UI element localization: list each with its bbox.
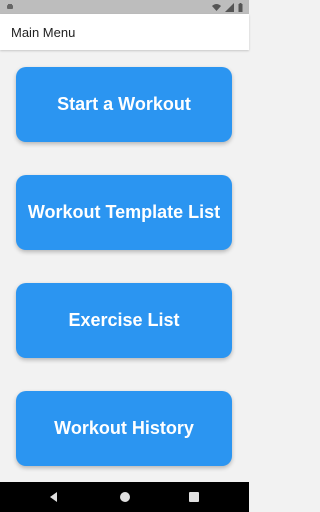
- screen: Main Menu Start a Workout Workout Templa…: [0, 0, 249, 512]
- wifi-icon: [212, 4, 221, 11]
- exercise-list-button[interactable]: Exercise List: [16, 283, 232, 358]
- battery-icon: [238, 3, 243, 12]
- cellular-icon: [225, 3, 234, 12]
- back-icon[interactable]: [47, 490, 61, 504]
- app-bar: Main Menu: [0, 14, 249, 50]
- status-icons: [212, 3, 243, 12]
- notification-icon: [7, 4, 13, 9]
- main-menu: Start a Workout Workout Template List Ex…: [0, 50, 249, 482]
- status-bar: [0, 0, 249, 14]
- recent-apps-icon[interactable]: [187, 490, 201, 504]
- home-icon[interactable]: [118, 490, 132, 504]
- start-workout-button[interactable]: Start a Workout: [16, 67, 232, 142]
- navigation-bar: [0, 482, 249, 512]
- workout-template-list-button[interactable]: Workout Template List: [16, 175, 232, 250]
- page-title: Main Menu: [11, 25, 76, 40]
- workout-history-button[interactable]: Workout History: [16, 391, 232, 466]
